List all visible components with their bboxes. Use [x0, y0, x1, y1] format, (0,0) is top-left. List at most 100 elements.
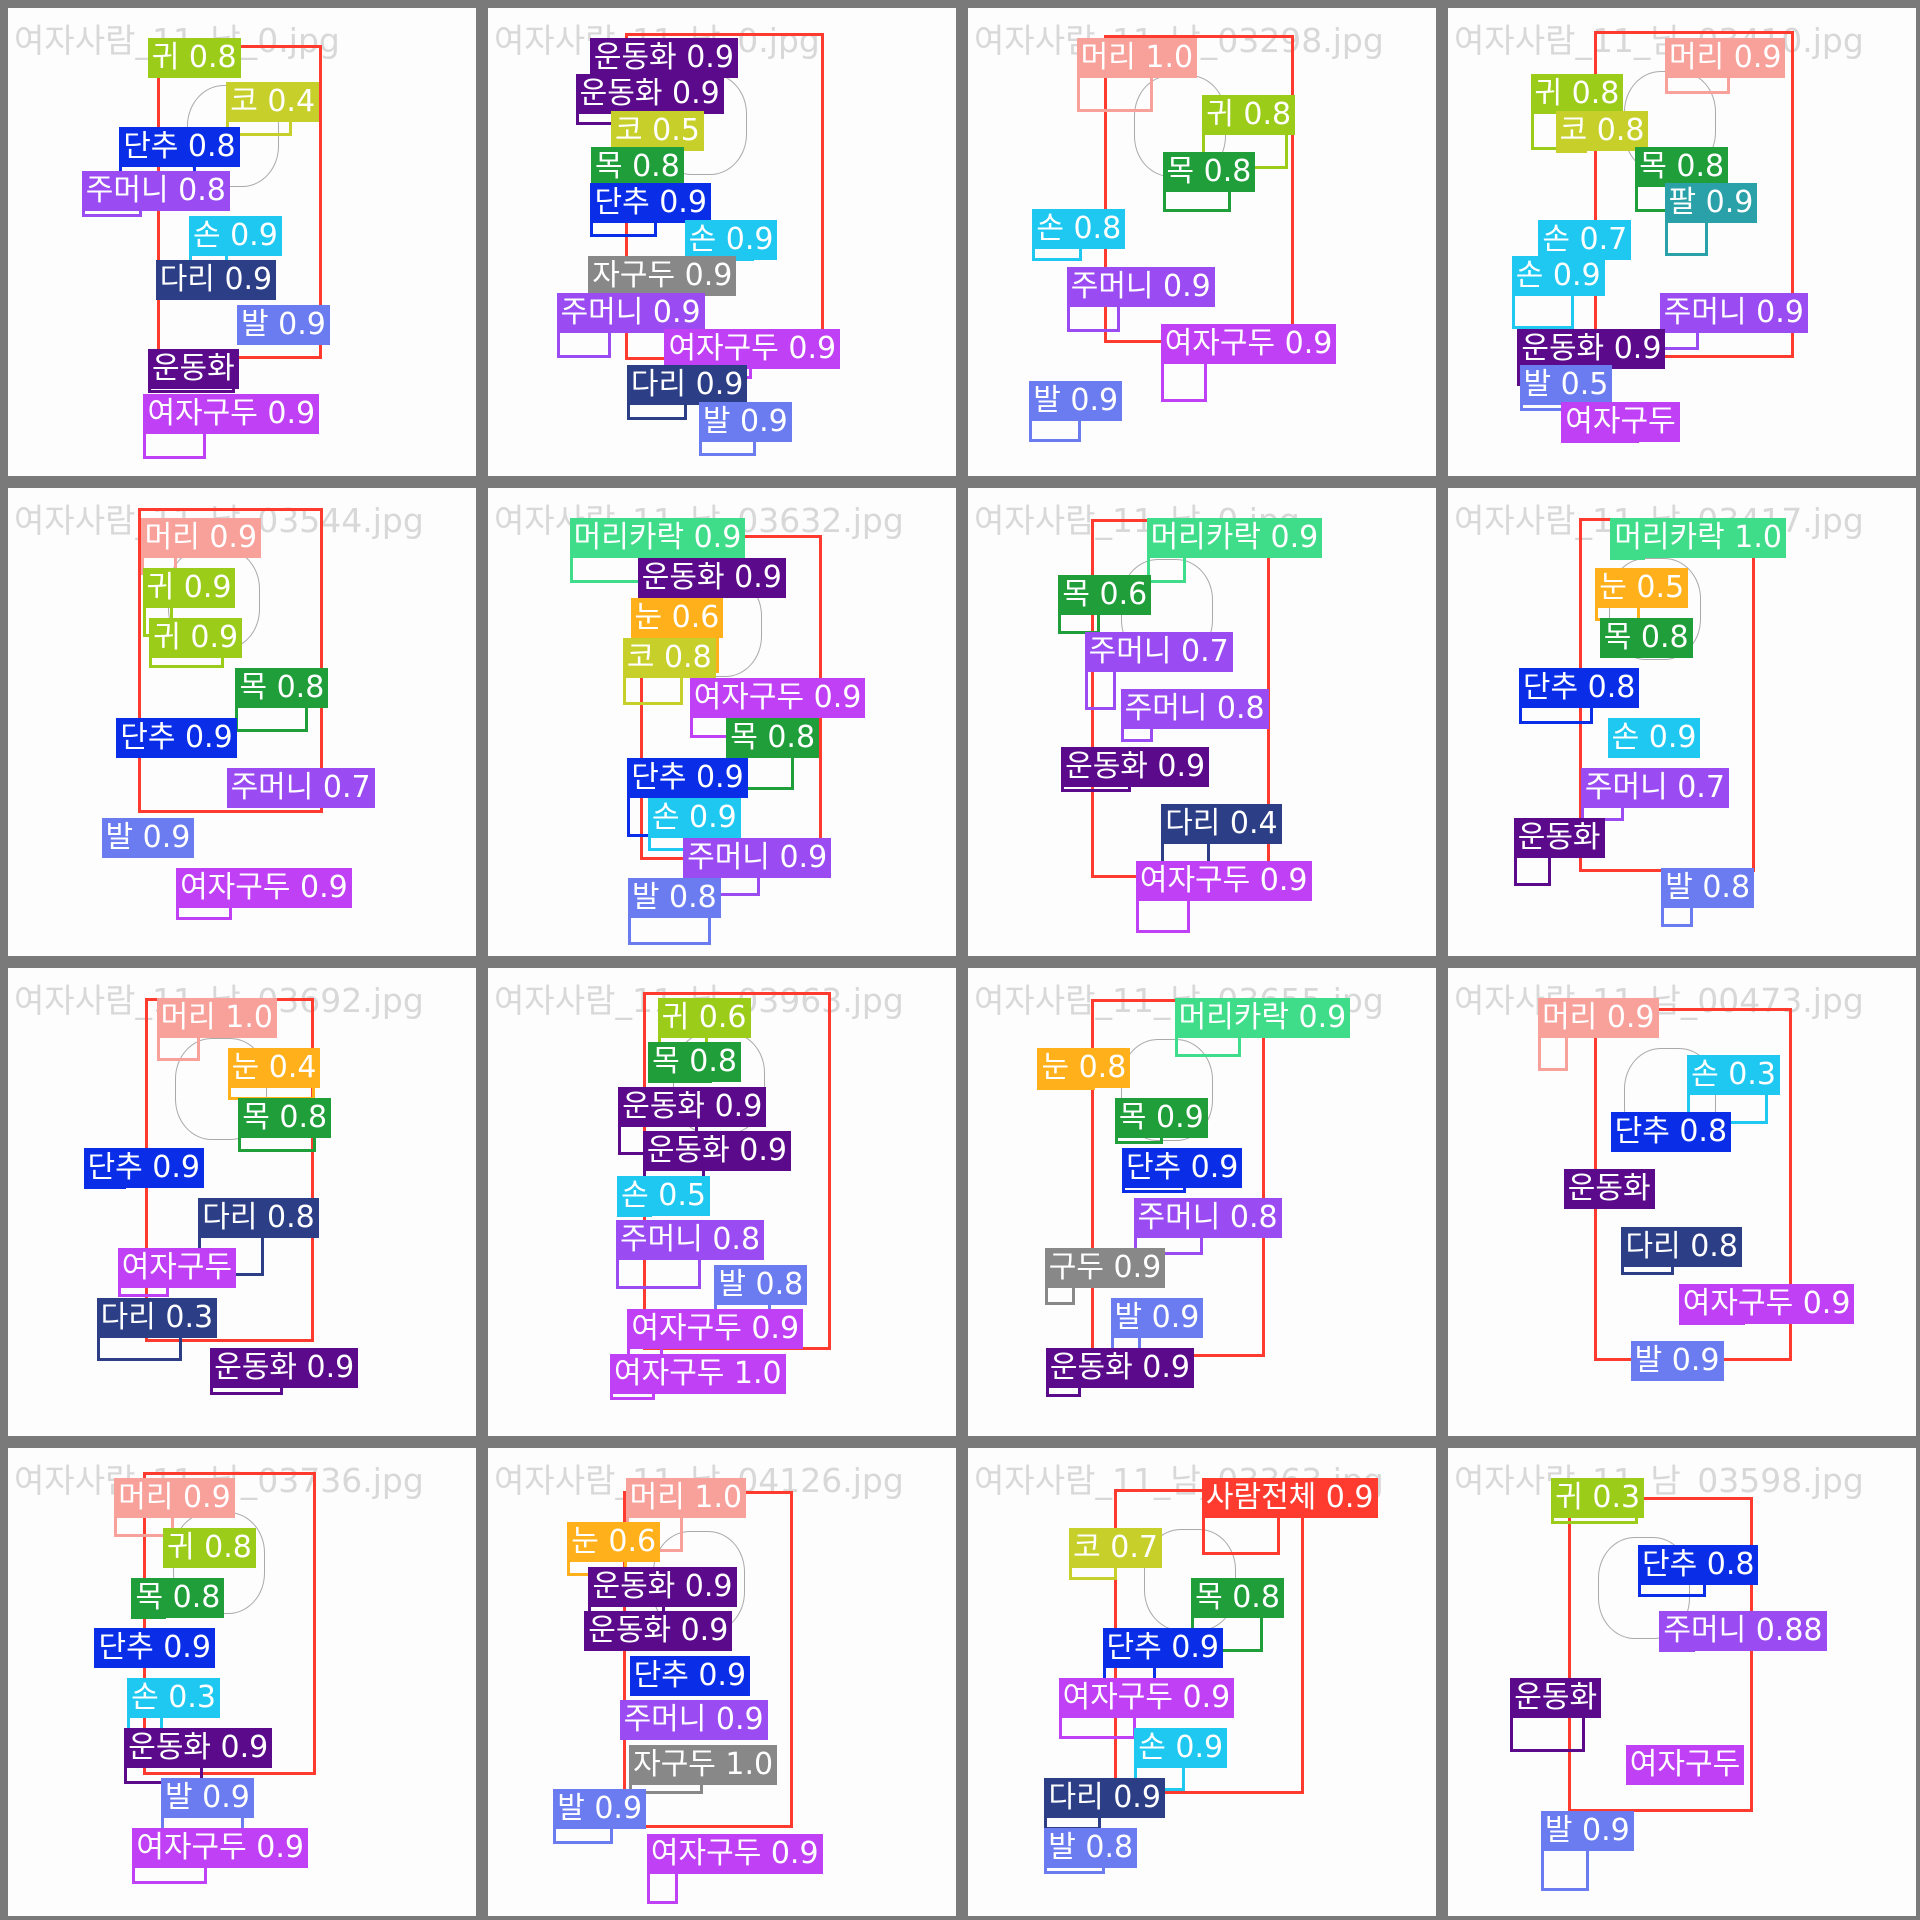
detection-label: 손 0.3	[127, 1678, 220, 1718]
detection-label: 다리 0.9	[155, 260, 277, 301]
detection-label: 발 0.9	[1540, 1811, 1634, 1852]
detection-label: 운동화	[147, 349, 239, 390]
detection-label: 주머니 0.8	[1133, 1198, 1282, 1238]
detection-label: 머리 0.9	[1665, 38, 1786, 78]
detection-label: 단추 0.9	[1102, 1628, 1223, 1668]
detection-label: 여자구두 0.9	[689, 678, 866, 718]
detection-label: 여자구두 0.9	[1160, 323, 1337, 364]
detection-label: 발 0.9	[1029, 380, 1123, 421]
detection-label: 팔 0.9	[1664, 183, 1758, 224]
detection-label: 손 0.9	[684, 219, 778, 260]
detection-label: 단추 0.9	[1121, 1148, 1243, 1188]
detection-label: 주머니 0.7	[1084, 632, 1233, 673]
image-tile: 여자사람_11_남_03655.jpg머리카락 0.9눈 0.8목 0.9단추 …	[968, 968, 1436, 1436]
detection-label: 운동화 0.9	[124, 1728, 273, 1768]
detection-label: 단추 0.8	[1610, 1112, 1732, 1153]
image-tile: 여자사람_11_남_04126.jpg머리 1.0눈 0.6운동화 0.9운동화…	[488, 1448, 956, 1916]
detection-label: 주머니 0.8	[616, 1220, 765, 1261]
detection-label: 발 0.8	[1661, 868, 1755, 908]
detection-label: 손 0.9	[647, 798, 741, 838]
detection-label: 목 0.8	[726, 718, 820, 758]
detection-label: 머리카락 1.0	[1610, 518, 1786, 558]
detection-label: 구두 0.9	[1044, 1248, 1166, 1288]
detection-label: 주머니 0.9	[1066, 266, 1215, 307]
detection-label: 여자구두 0.9	[1678, 1283, 1855, 1324]
detection-label: 목 0.8	[1191, 1578, 1284, 1618]
detection-label: 코 0.5	[611, 110, 704, 151]
detection-label: 단추 0.8	[119, 126, 240, 167]
detection-label: 주머니 0.7	[226, 768, 375, 808]
detection-label: 운동화 0.9	[618, 1086, 767, 1127]
detection-label: 코 0.8	[622, 638, 716, 678]
detection-label: 여자구두 0.9	[143, 393, 320, 434]
detection-label: 단추 0.9	[590, 183, 711, 224]
detection-label: 발 0.8	[1044, 1828, 1138, 1868]
detection-label: 다리 0.9	[626, 365, 748, 406]
detection-label: 발 0.9	[553, 1789, 647, 1830]
image-tile: 여자사람_11_남_03963.jpg귀 0.6목 0.8운동화 0.9운동화 …	[488, 968, 956, 1436]
image-tile: 여자사람_11_남_03417.jpg머리카락 1.0눈 0.5목 0.8단추 …	[1448, 488, 1916, 956]
detection-label: 목 0.8	[131, 1578, 225, 1618]
detection-label: 단추 0.9	[629, 1655, 751, 1696]
detection-label: 여자구두 0.9	[646, 1833, 823, 1874]
detection-label: 머리 0.9	[1538, 998, 1659, 1038]
detection-label: 여자구두	[117, 1248, 237, 1288]
detection-label: 코 0.8	[1555, 110, 1649, 151]
detection-label: 머리 1.0	[625, 1478, 747, 1518]
detection-label: 손 0.9	[1511, 256, 1605, 297]
detection-label: 눈 0.8	[1037, 1048, 1131, 1088]
detection-label: 단추 0.9	[627, 758, 748, 798]
image-tile: 여자사람_11_남_03692.jpg머리 1.0눈 0.4목 0.8단추 0.…	[8, 968, 476, 1436]
detection-label: 귀 0.8	[163, 1528, 256, 1568]
detection-label: 눈 0.4	[227, 1048, 321, 1088]
detection-label: 운동화	[1563, 1169, 1655, 1210]
detection-label: 발 0.9	[1630, 1340, 1724, 1381]
detection-label: 여자구두 0.9	[1135, 860, 1312, 901]
detection-label: 귀 0.8	[1530, 74, 1624, 115]
detection-label: 자구두 0.9	[588, 256, 737, 297]
detection-label: 발 0.9	[160, 1778, 254, 1818]
image-tile: 여자사람_11_남_03598.jpg 귀 0.3 단추 0.8 주머니 0.88 운동…	[1448, 1448, 1916, 1916]
detection-label: 손 0.5	[617, 1175, 711, 1216]
detection-label: 다리 0.8	[198, 1198, 319, 1238]
detection-label: 사람전체 0.9	[1201, 1478, 1378, 1518]
detection-label: 발 0.9	[1110, 1298, 1204, 1338]
detection-label: 머리카락 0.9	[1174, 998, 1351, 1038]
image-tile: 여자사람_11_남_0.jpg운동화 0.9운동화 0.9코 0.5목 0.8단…	[488, 8, 956, 476]
image-tile: 여자사람_11_남_0.jpg귀 0.8코 0.4단추 0.8주머니 0.8손 …	[8, 8, 476, 476]
detection-label: 다리 0.9	[1044, 1778, 1165, 1818]
detection-label: 여자구두 0.9	[1058, 1678, 1235, 1718]
detection-label: 운동화 0.9	[588, 1566, 737, 1607]
detection-label: 여자구두 0.9	[664, 328, 841, 369]
detection-label: 눈 0.5	[1595, 568, 1689, 608]
detection-label: 목 0.8	[235, 668, 329, 708]
detection-label: 목 0.8	[238, 1098, 332, 1138]
detection-label: 주머니 0.8	[1120, 689, 1269, 730]
detection-mosaic: { "tiles": [ {"file": "여자사람_11_남_0.jpg",…	[0, 0, 1920, 1920]
detection-label: 여자구두	[1625, 1744, 1745, 1785]
image-tile: 여자사람_11_남_03736.jpg머리 0.9귀 0.8목 0.8단추 0.…	[8, 1448, 476, 1916]
detection-label: 발 0.9	[101, 818, 195, 858]
detection-label: 운동화 0.9	[575, 74, 724, 115]
detection-label: 목 0.8	[590, 147, 684, 188]
detection-label: 운동화 0.9	[1517, 328, 1666, 369]
image-tile: 여자사람_11_남_03544.jpg머리 0.9귀 0.9귀 0.9목 0.8…	[8, 488, 476, 956]
detection-label: 손 0.8	[1032, 209, 1126, 250]
detection-label: 여자구두 0.9	[627, 1309, 804, 1350]
detection-label: 주머니 0.8	[81, 171, 230, 212]
detection-label: 주머니 0.9	[683, 838, 832, 878]
detection-label: 단추 0.9	[116, 718, 237, 758]
detection-label: 머리카락 0.9	[569, 518, 746, 558]
detection-label: 목 0.6	[1058, 575, 1152, 616]
detection-label: 운동화 0.9	[589, 38, 738, 78]
detection-label: 단추 0.9	[83, 1148, 204, 1188]
detection-label: 코 0.7	[1069, 1528, 1163, 1568]
detection-label: 귀 0.8	[1202, 95, 1296, 136]
detection-label: 손 0.9	[188, 215, 282, 256]
detection-label: 머리 1.0	[1076, 38, 1198, 78]
detection-label: 목 0.8	[1162, 152, 1256, 193]
detection-label: 귀 0.3	[1551, 1478, 1645, 1518]
detection-label: 운동화	[1510, 1678, 1602, 1718]
detection-label: 운동화 0.9	[1061, 746, 1210, 787]
detection-label: 귀 0.9	[149, 618, 243, 658]
